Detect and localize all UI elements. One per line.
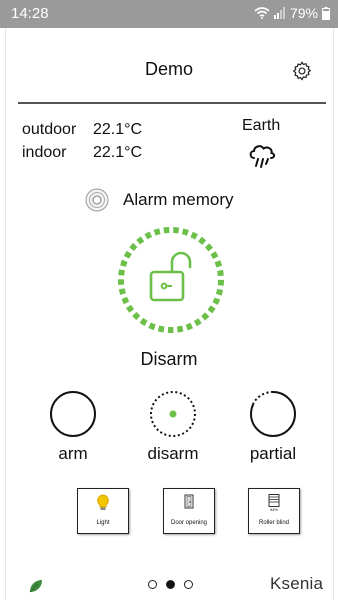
page-title: Demo — [144, 59, 193, 79]
status-bar: 14:28 79% — [0, 0, 338, 28]
roller-blind-icon — [268, 494, 280, 507]
signal-icon — [273, 7, 285, 19]
leaf-icon[interactable] — [28, 578, 44, 594]
outdoor-label: outdoor — [22, 121, 77, 138]
disarm-label: disarm — [147, 444, 199, 463]
rain-cloud-icon[interactable] — [247, 140, 277, 170]
page-dot-3[interactable] — [184, 580, 193, 589]
page-dot-2[interactable] — [166, 580, 175, 589]
tile-door-opening[interactable]: Door opening — [163, 488, 215, 534]
tile-light-label: Light — [96, 520, 110, 526]
status-time: 14:28 — [11, 5, 49, 22]
partial-button[interactable] — [249, 390, 297, 438]
tile-roller-blind-label: Roller blind — [258, 520, 289, 526]
ksenia-logo: Ksenia — [270, 574, 324, 593]
arm-button[interactable] — [49, 390, 97, 438]
tile-roller-blind[interactable]: 94% Roller blind — [248, 488, 300, 534]
tile-light[interactable]: Light — [77, 488, 129, 534]
arm-label: arm — [58, 444, 88, 463]
battery-icon — [322, 6, 330, 20]
alarm-memory-icon[interactable] — [85, 188, 109, 212]
tile-door-opening-label: Door opening — [170, 520, 208, 526]
alarm-memory-label[interactable]: Alarm memory — [123, 190, 234, 210]
partial-label: partial — [249, 444, 297, 463]
page-indicator — [148, 580, 193, 589]
outdoor-value: 22.1°C — [93, 121, 143, 138]
disarm-button[interactable] — [149, 390, 197, 438]
indoor-value: 22.1°C — [93, 144, 143, 161]
weather-location: Earth — [242, 117, 281, 134]
header-divider — [18, 102, 326, 104]
lightbulb-icon — [97, 494, 109, 510]
system-status-label: Disarm — [140, 349, 198, 369]
tile-roller-blind-percent: 94% — [269, 507, 278, 512]
disarmed-status-ring[interactable] — [116, 225, 226, 335]
status-indicators: 79% — [254, 5, 330, 21]
gear-icon[interactable] — [291, 60, 313, 82]
page-dot-1[interactable] — [148, 580, 157, 589]
indoor-label: indoor — [22, 144, 67, 161]
battery-percent: 79% — [289, 5, 318, 21]
door-icon — [184, 494, 194, 509]
wifi-icon — [254, 7, 270, 19]
